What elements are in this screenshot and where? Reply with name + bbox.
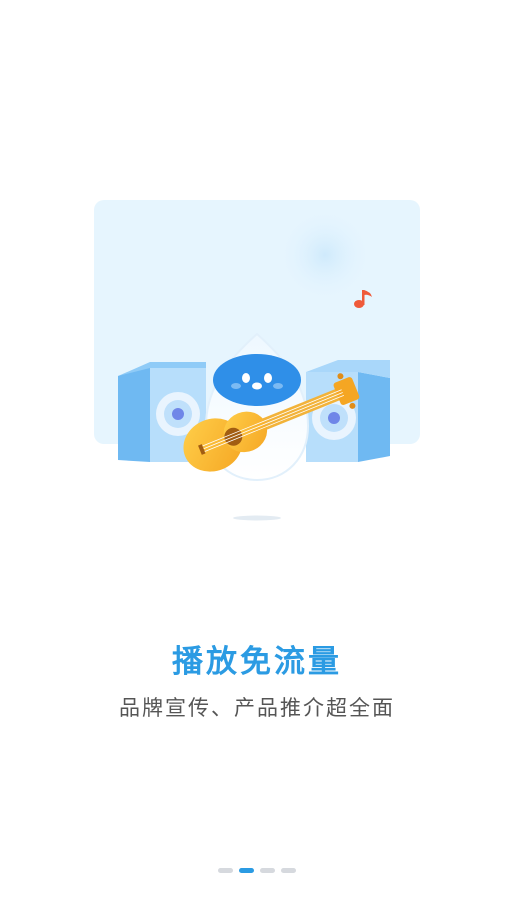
page-title: 播放免流量	[172, 644, 342, 680]
page-subtitle: 品牌宣传、产品推介超全面	[119, 696, 395, 720]
onboarding-illustration	[94, 200, 420, 521]
page-dot[interactable]	[218, 868, 233, 873]
page-dot[interactable]	[281, 868, 296, 873]
glow-circle	[277, 207, 373, 303]
page-dot[interactable]	[260, 868, 275, 873]
ground-shadow	[233, 515, 281, 521]
speaker-right	[306, 360, 390, 462]
page-indicator[interactable]	[0, 868, 514, 873]
page-dot[interactable]	[239, 868, 254, 873]
